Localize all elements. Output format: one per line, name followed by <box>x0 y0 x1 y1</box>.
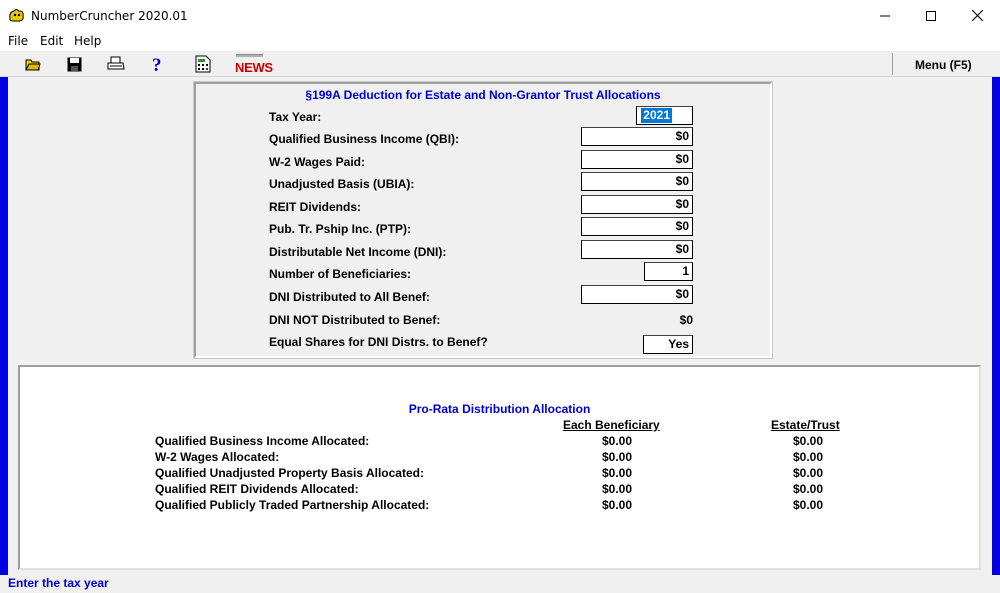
row-ubia-estate: $0.00 <box>792 466 824 480</box>
tax-year-value: 2021 <box>641 108 672 123</box>
title-bar: NumberCruncher 2020.01 <box>0 0 1000 31</box>
row-reit-estate: $0.00 <box>792 482 824 496</box>
ubia-input[interactable]: $0 <box>581 172 693 191</box>
status-text: Enter the tax year <box>8 576 109 590</box>
row-qbi-allocated-label: Qualified Business Income Allocated: <box>155 434 370 448</box>
menu-file[interactable]: File <box>8 34 28 48</box>
row-w2-estate: $0.00 <box>792 450 824 464</box>
row-ubia-allocated-label: Qualified Unadjusted Property Basis Allo… <box>155 466 424 480</box>
dni-label: Distributable Net Income (DNI): <box>269 245 447 259</box>
news-label: NEWS <box>235 60 273 75</box>
window-title: NumberCruncher 2020.01 <box>31 9 188 23</box>
save-button[interactable] <box>64 54 84 74</box>
row-ptp-allocated-label: Qualified Publicly Traded Partnership Al… <box>155 498 430 512</box>
help-button[interactable]: ? <box>148 54 168 74</box>
news-banner-icon <box>236 54 263 57</box>
dni-not-distributed-value: $0 <box>679 313 693 327</box>
dni-distributed-label: DNI Distributed to All Benef: <box>269 290 430 304</box>
row-ptp-estate: $0.00 <box>792 498 824 512</box>
w2-wages-input[interactable]: $0 <box>581 150 693 169</box>
menu-f5-button[interactable]: Menu (F5) <box>915 58 972 72</box>
allocation-title: Pro-Rata Distribution Allocation <box>408 402 591 416</box>
open-button[interactable] <box>23 54 43 74</box>
ptp-input[interactable]: $0 <box>581 217 693 236</box>
printer-icon <box>107 56 125 70</box>
close-icon <box>971 10 983 21</box>
deduction-form-panel: §199A Deduction for Estate and Non-Grant… <box>193 81 773 359</box>
left-blue-border <box>0 77 8 593</box>
menu-help[interactable]: Help <box>74 34 101 48</box>
help-question-icon: ? <box>152 55 162 73</box>
ptp-label: Pub. Tr. Pship Inc. (PTP): <box>269 222 412 236</box>
right-blue-border <box>992 77 1000 593</box>
beneficiaries-label: Number of Beneficiaries: <box>269 267 412 281</box>
col-each-beneficiary: Each Beneficiary <box>563 418 660 432</box>
maximize-icon <box>926 10 936 21</box>
calculator-icon <box>195 55 210 73</box>
col-estate-trust: Estate/Trust <box>771 418 840 432</box>
ubia-label: Unadjusted Basis (UBIA): <box>269 177 415 191</box>
toolbar: ? NEWS Menu (F5) <box>0 51 1000 77</box>
calculator-button[interactable] <box>192 54 212 74</box>
dni-not-distributed-label: DNI NOT Distributed to Benef: <box>269 313 441 327</box>
app-icon <box>9 9 24 22</box>
print-button[interactable] <box>106 54 126 74</box>
qbi-input[interactable]: $0 <box>581 127 693 146</box>
dni-input[interactable]: $0 <box>581 240 693 259</box>
open-folder-icon <box>25 59 41 71</box>
row-w2-each: $0.00 <box>601 450 633 464</box>
svg-text:?: ? <box>152 55 162 73</box>
qbi-label: Qualified Business Income (QBI): <box>269 132 460 146</box>
row-reit-allocated-label: Qualified REIT Dividends Allocated: <box>155 482 359 496</box>
close-button[interactable] <box>954 0 1000 31</box>
save-disk-icon <box>67 57 81 71</box>
dni-distributed-input[interactable]: $0 <box>581 285 693 304</box>
tax-year-label: Tax Year: <box>269 110 322 124</box>
w2-wages-label: W-2 Wages Paid: <box>269 155 365 169</box>
allocation-panel: Pro-Rata Distribution Allocation Each Be… <box>18 365 981 570</box>
minimize-icon <box>880 15 890 16</box>
status-bar: Enter the tax year <box>0 575 1000 593</box>
maximize-button[interactable] <box>908 0 954 31</box>
news-button[interactable]: NEWS <box>234 53 273 75</box>
reit-dividends-label: REIT Dividends: <box>269 200 362 214</box>
reit-dividends-input[interactable]: $0 <box>581 195 693 214</box>
row-w2-allocated-label: W-2 Wages Allocated: <box>155 450 280 464</box>
equal-shares-input[interactable]: Yes <box>643 335 693 354</box>
menu-edit[interactable]: Edit <box>40 34 63 48</box>
equal-shares-label: Equal Shares for DNI Distrs. to Benef? <box>269 335 488 349</box>
row-reit-each: $0.00 <box>601 482 633 496</box>
tax-year-input[interactable]: 2021 <box>636 106 693 125</box>
minimize-button[interactable] <box>862 0 908 31</box>
row-qbi-estate: $0.00 <box>792 434 824 448</box>
beneficiaries-input[interactable]: 1 <box>644 262 693 281</box>
row-qbi-each: $0.00 <box>601 434 633 448</box>
row-ptp-each: $0.00 <box>601 498 633 512</box>
form-title: §199A Deduction for Estate and Non-Grant… <box>305 88 661 102</box>
toolbar-separator <box>892 53 893 75</box>
menu-bar: File Edit Help <box>0 31 1000 51</box>
row-ubia-each: $0.00 <box>601 466 633 480</box>
